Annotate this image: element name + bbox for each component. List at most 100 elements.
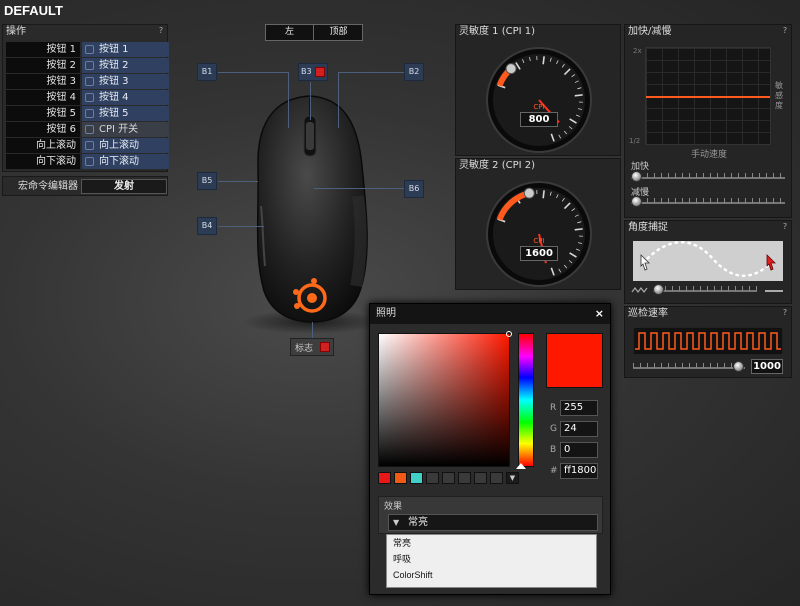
- launch-button[interactable]: 发射: [81, 179, 167, 194]
- swatch-empty[interactable]: [442, 472, 455, 484]
- blue-input[interactable]: 0: [560, 442, 598, 458]
- swatch-empty[interactable]: [426, 472, 439, 484]
- action-row-value[interactable]: 按钮 4: [82, 90, 169, 105]
- button-tag-b6[interactable]: B6: [404, 180, 424, 198]
- accel-y-top: 2x: [633, 47, 642, 55]
- view-left-button[interactable]: 左: [266, 25, 314, 40]
- action-row-5[interactable]: 按钮 5 按钮 5: [6, 106, 169, 121]
- cpi2-knob: [523, 187, 535, 199]
- macro-editor-label: 宏命令编辑器: [18, 181, 78, 192]
- button-icon: [85, 77, 94, 86]
- red-input[interactable]: 255: [560, 400, 598, 416]
- accel-panel: 加快/减慢 ? 2x 1/2 敏感度 手动速度 加快 减慢: [624, 24, 792, 218]
- hue-handle[interactable]: [516, 463, 526, 469]
- view-top-button[interactable]: 顶部: [315, 25, 362, 40]
- cpi2-value[interactable]: 1600: [520, 246, 558, 261]
- swatch-dropdown-icon[interactable]: ▼: [506, 472, 519, 484]
- swatch-empty[interactable]: [474, 472, 487, 484]
- action-row-value[interactable]: 按钮 1: [82, 42, 169, 57]
- accel-y-bottom: 1/2: [629, 137, 641, 145]
- accel-curve-line: [646, 96, 770, 98]
- saturation-value-picker[interactable]: [378, 331, 512, 467]
- action-row-value[interactable]: 按钮 3: [82, 74, 169, 89]
- gauge-tick: [542, 190, 545, 199]
- swatch-1[interactable]: [378, 472, 391, 484]
- action-row-label: 向上滚动: [6, 138, 80, 153]
- button-tag-b4[interactable]: B4: [197, 217, 217, 235]
- hex-channel: # ff1800: [546, 463, 603, 481]
- decel-slider-knob[interactable]: [631, 196, 642, 207]
- effect-option-breathe[interactable]: 呼吸: [387, 551, 596, 567]
- wave-icon: [631, 287, 648, 293]
- mouse-illustration: [242, 95, 382, 334]
- effect-option-steady[interactable]: 常亮: [387, 535, 596, 551]
- macro-editor-row: 宏命令编辑器 发射: [2, 176, 168, 196]
- button-tag-b3[interactable]: B3: [298, 63, 328, 81]
- lighting-title: 照明: [376, 308, 396, 319]
- action-row-2[interactable]: 按钮 2 按钮 2: [6, 58, 169, 73]
- cpi1-value[interactable]: 800: [520, 112, 558, 127]
- accel-curve-graph[interactable]: [645, 47, 771, 145]
- cpi1-unit: CPI: [533, 103, 544, 111]
- polling-slider-knob[interactable]: [733, 361, 744, 372]
- action-row-value[interactable]: 向上滚动: [82, 138, 169, 153]
- cpi-icon: [85, 125, 94, 134]
- button-icon: [85, 61, 94, 70]
- angle-title: 角度捕捉: [628, 222, 668, 233]
- view-toggle: 左 顶部: [265, 24, 363, 41]
- chevron-down-icon: ▼: [393, 518, 400, 527]
- swatch-empty[interactable]: [458, 472, 471, 484]
- hue-slider[interactable]: [516, 333, 534, 469]
- hex-label: #: [550, 466, 558, 476]
- actions-panel: 操作 ? 按钮 1 按钮 1 按钮 2 按钮 2 按钮 3 按钮 3 按钮 4 …: [2, 24, 169, 172]
- action-row-1[interactable]: 按钮 1 按钮 1: [6, 42, 169, 57]
- button-icon: [85, 109, 94, 118]
- button-tag-b1[interactable]: B1: [197, 63, 217, 81]
- action-row-3[interactable]: 按钮 3 按钮 3: [6, 74, 169, 89]
- scroll-up-icon: [85, 141, 94, 150]
- button-tag-b5[interactable]: B5: [197, 172, 217, 190]
- blue-label: B: [550, 445, 557, 455]
- hex-input[interactable]: ff1800: [560, 463, 598, 479]
- action-row-6[interactable]: 按钮 6 CPI 开关: [6, 122, 169, 137]
- action-row-value[interactable]: 按钮 2: [82, 58, 169, 73]
- help-icon[interactable]: ?: [157, 26, 165, 36]
- b3-color-swatch[interactable]: [315, 67, 325, 77]
- cpi2-title: 灵敏度 2 (CPI 2): [459, 160, 536, 171]
- help-icon[interactable]: ?: [781, 308, 789, 318]
- polling-value[interactable]: 1000: [751, 359, 783, 374]
- angle-slider-knob[interactable]: [653, 284, 664, 295]
- accel-slider-knob[interactable]: [631, 171, 642, 182]
- logo-tag[interactable]: 标志: [290, 338, 334, 356]
- green-input[interactable]: 24: [560, 421, 598, 437]
- action-row-value[interactable]: 按钮 5: [82, 106, 169, 121]
- effect-select[interactable]: ▼ 常亮: [388, 514, 598, 531]
- accel-title: 加快/减慢: [628, 26, 672, 37]
- cpi1-gauge[interactable]: CPI: [484, 45, 594, 155]
- effect-selected: 常亮: [408, 517, 428, 528]
- lighting-dialog: 照明 × R 255 G 24 B 0 # ff1800 ▼ 效果 ▼ 常亮 常…: [369, 303, 611, 595]
- red-label: R: [550, 403, 557, 413]
- effect-option-colorshift[interactable]: ColorShift: [387, 567, 596, 583]
- picker-cursor[interactable]: [506, 331, 512, 337]
- close-icon[interactable]: ×: [595, 304, 604, 324]
- color-preview: [546, 333, 603, 388]
- button-tag-b2[interactable]: B2: [404, 63, 424, 81]
- accel-y-label: 敏感度: [775, 81, 783, 110]
- swatch-3[interactable]: [410, 472, 423, 484]
- help-icon[interactable]: ?: [781, 26, 789, 36]
- action-row-4[interactable]: 按钮 4 按钮 4: [6, 90, 169, 105]
- action-row-value[interactable]: CPI 开关: [82, 122, 169, 137]
- action-row-value[interactable]: 向下滚动: [82, 154, 169, 169]
- help-icon[interactable]: ?: [781, 222, 789, 232]
- swatch-empty[interactable]: [490, 472, 503, 484]
- cpi2-gauge[interactable]: CPI: [484, 179, 594, 289]
- action-row-label: 按钮 2: [6, 58, 80, 73]
- button-icon: [85, 45, 94, 54]
- logo-color-swatch[interactable]: [320, 342, 330, 352]
- logo-tag-label: 标志: [295, 344, 314, 354]
- blue-channel: B 0: [546, 442, 603, 460]
- action-row-scroll-up[interactable]: 向上滚动 向上滚动: [6, 138, 169, 153]
- swatch-2[interactable]: [394, 472, 407, 484]
- action-row-scroll-down[interactable]: 向下滚动 向下滚动: [6, 154, 169, 169]
